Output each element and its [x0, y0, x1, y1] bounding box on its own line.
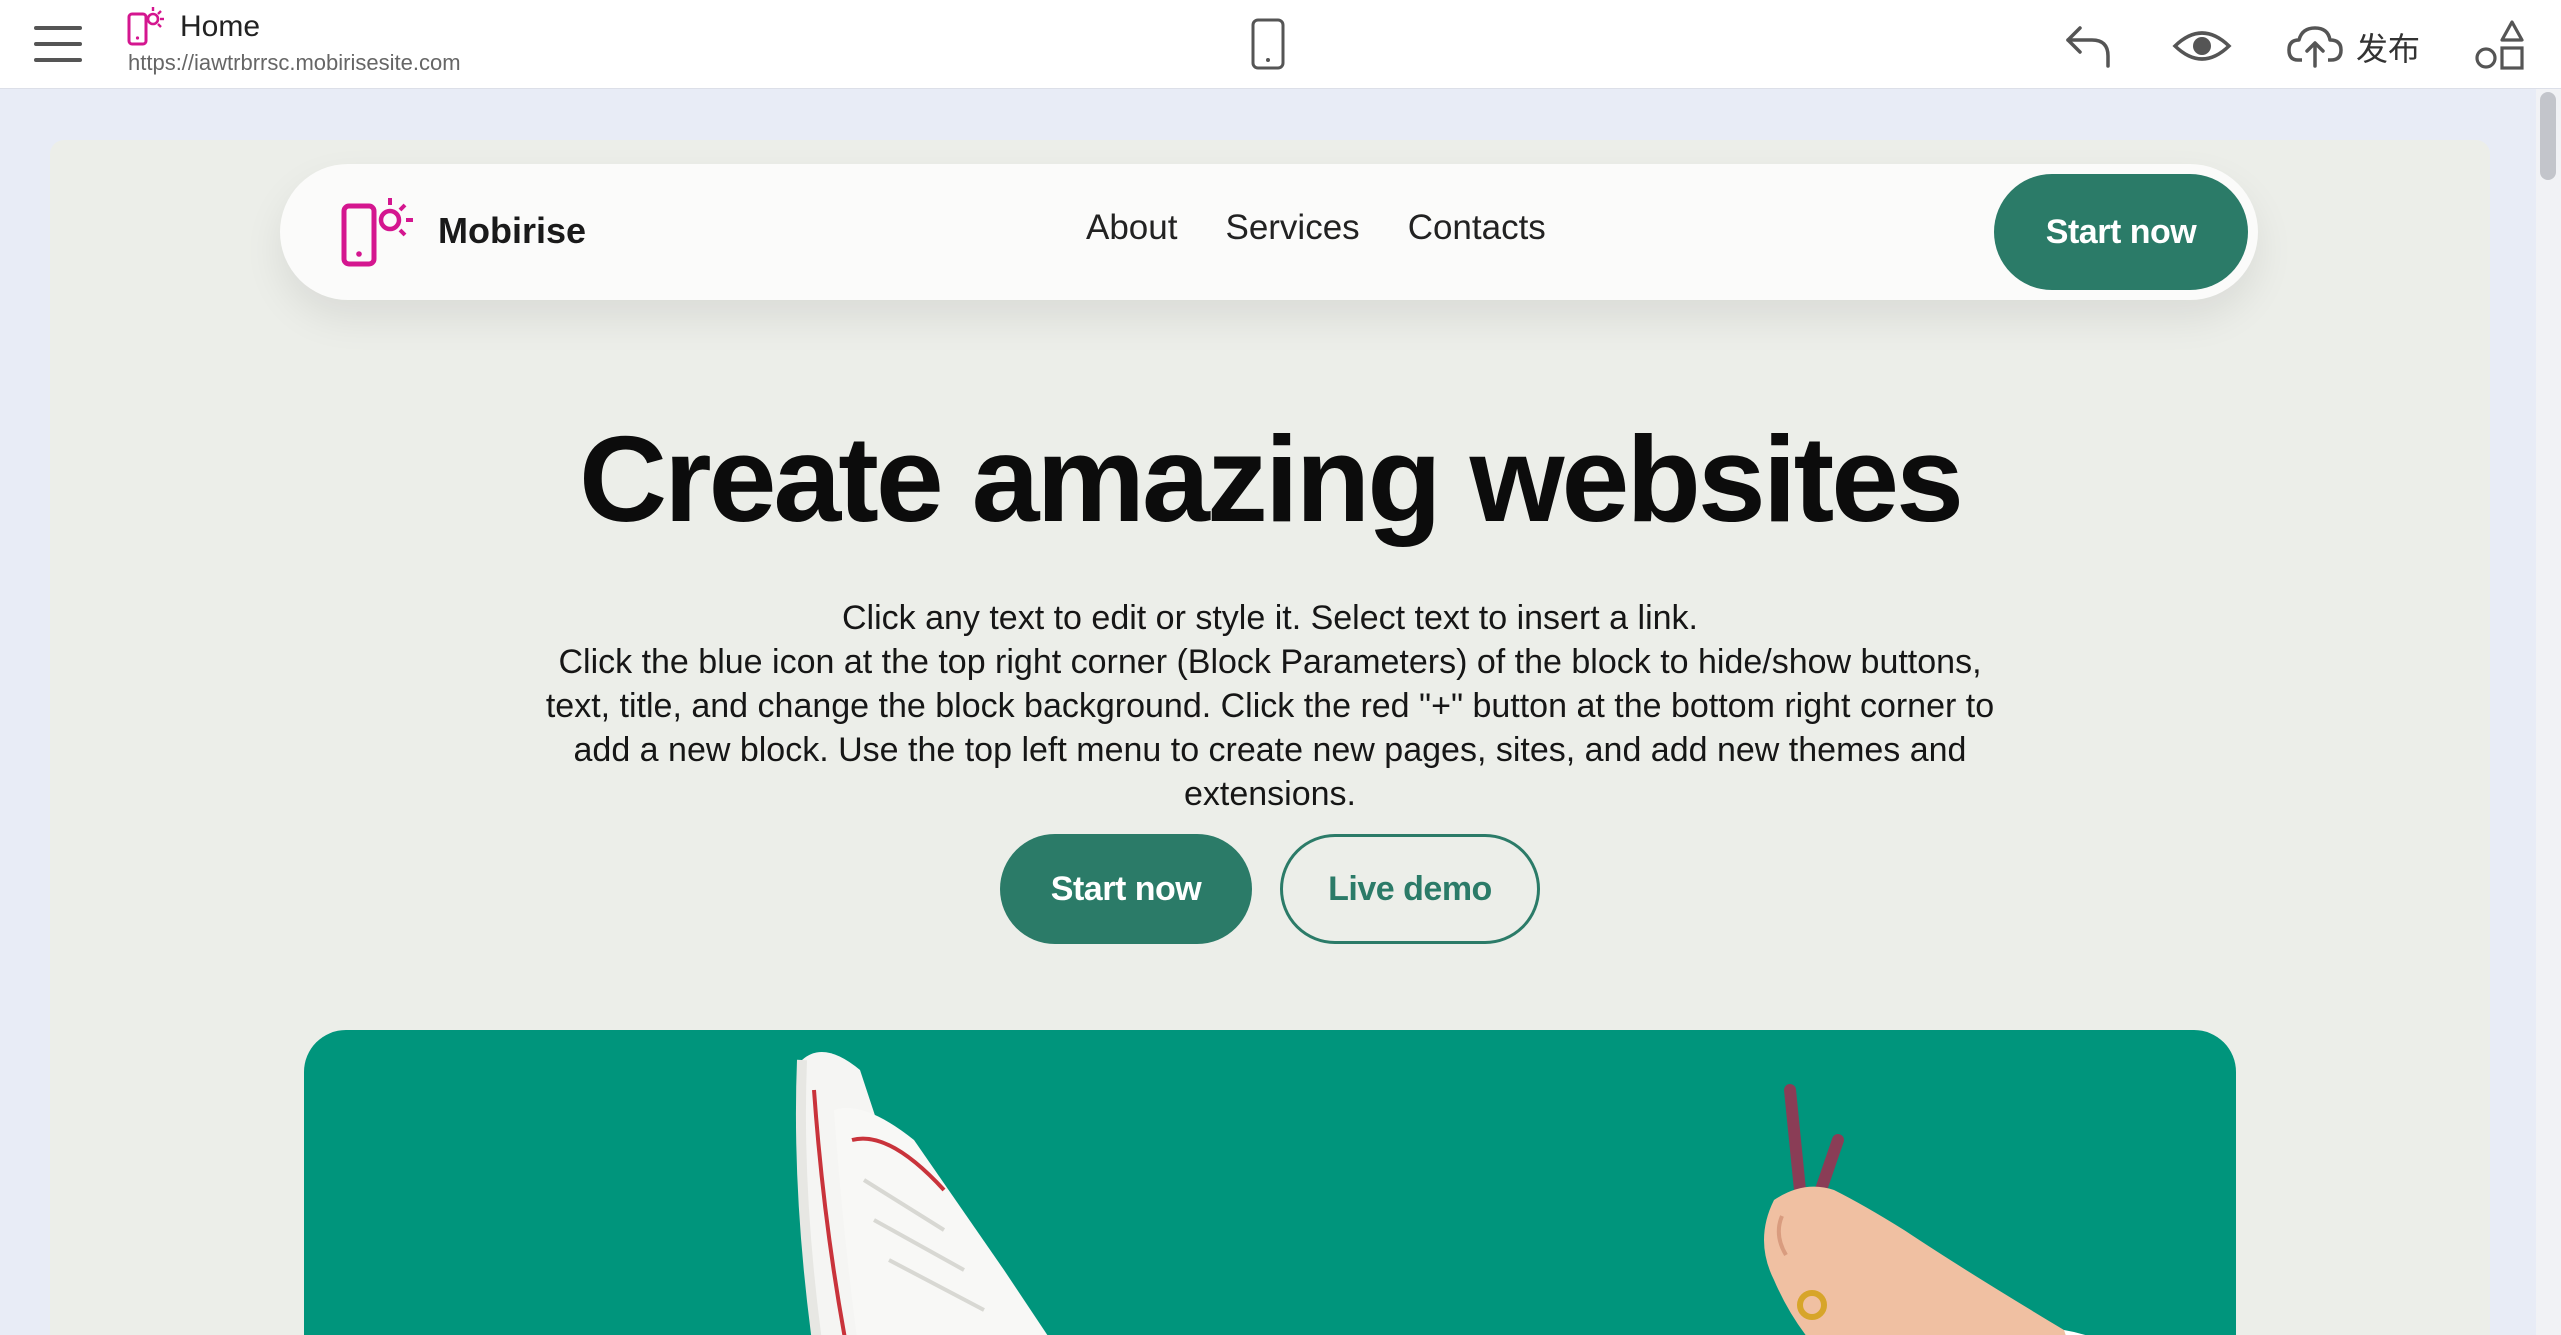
hamburger-menu-icon[interactable] — [34, 22, 84, 66]
live-demo-button[interactable]: Live demo — [1280, 834, 1540, 944]
hero-description[interactable]: Click any text to edit or style it. Sele… — [530, 596, 2010, 816]
start-now-button[interactable]: Start now — [1000, 834, 1252, 944]
mobile-device-icon[interactable] — [1248, 16, 1288, 72]
hero-image[interactable] — [304, 1030, 2236, 1335]
nav-links: About Services Contacts — [1086, 208, 1594, 248]
hand-with-scissors-shape — [1764, 1084, 2086, 1335]
cloud-upload-icon[interactable] — [2286, 18, 2344, 74]
sneaker-shape — [795, 1052, 1048, 1335]
page-url[interactable]: https://iawtrbrrsc.mobirisesite.com — [128, 50, 461, 76]
scrollbar-track[interactable] — [2536, 89, 2561, 1335]
publish-button[interactable]: 发布 — [2356, 24, 2420, 70]
hero-text-line-1[interactable]: Click any text to edit or style it. Sele… — [530, 596, 2010, 640]
nav-link-about[interactable]: About — [1086, 208, 1177, 248]
page-title[interactable]: Home — [180, 10, 260, 44]
undo-icon[interactable] — [2062, 18, 2114, 74]
page-logo-icon — [127, 7, 164, 46]
nav-link-contacts[interactable]: Contacts — [1408, 208, 1546, 248]
nav-start-now-button[interactable]: Start now — [1994, 174, 2248, 290]
hero-title[interactable]: Create amazing websites — [50, 418, 2490, 540]
brand-logo-icon[interactable] — [340, 196, 416, 270]
editor-canvas: Mobirise About Services Contacts Start n… — [50, 140, 2490, 1335]
hero-photo-illustration — [795, 1052, 2086, 1335]
hero-text-line-2[interactable]: Click the blue icon at the top right cor… — [530, 640, 2010, 816]
eye-icon[interactable] — [2172, 18, 2232, 74]
brand-name[interactable]: Mobirise — [438, 210, 586, 252]
nav-link-services[interactable]: Services — [1225, 208, 1359, 248]
scrollbar-thumb[interactable] — [2540, 92, 2556, 180]
editor-toolbar: Home https://iawtrbrrsc.mobirisesite.com… — [0, 0, 2561, 89]
shapes-icon[interactable] — [2474, 18, 2528, 74]
site-navbar: Mobirise About Services Contacts Start n… — [280, 164, 2258, 300]
